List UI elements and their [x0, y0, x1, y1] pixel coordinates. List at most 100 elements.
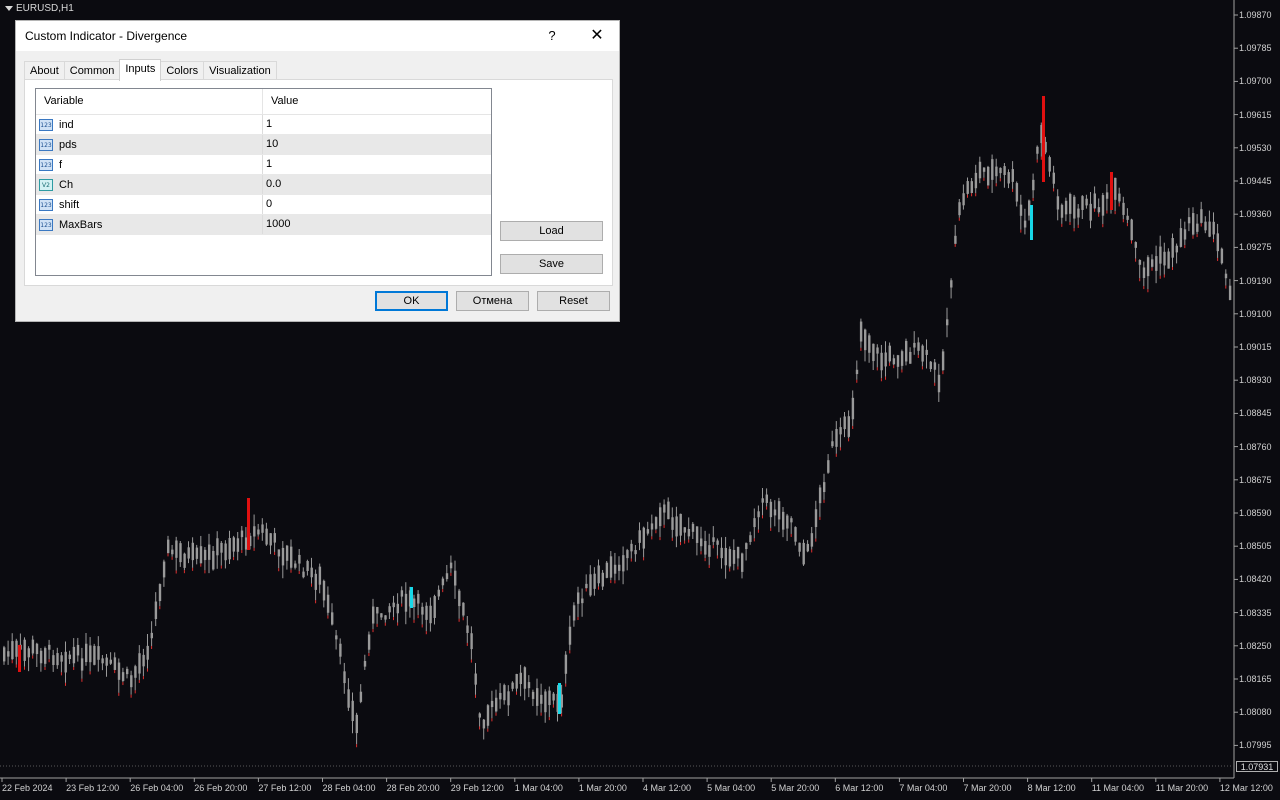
input-value[interactable]: 0.0: [263, 175, 281, 194]
double-type-icon: V2: [39, 178, 53, 191]
candle-body: [162, 561, 166, 578]
candle-body: [1036, 146, 1039, 154]
input-name: Ch: [59, 178, 74, 191]
candle-body: [458, 590, 461, 607]
candle-body: [298, 554, 301, 564]
tab-visualization[interactable]: Visualization: [203, 61, 277, 80]
price-axis-label: 1.09615: [1239, 109, 1272, 120]
price-axis-label: 1.08335: [1239, 607, 1272, 618]
current-price-tag: 1.07931: [1236, 761, 1278, 772]
candle-body: [761, 498, 764, 503]
tab-about[interactable]: About: [24, 61, 65, 80]
save-button[interactable]: Save: [500, 254, 603, 274]
candle-body: [974, 172, 978, 189]
candle-body: [339, 643, 342, 657]
candle-body: [1216, 233, 1219, 252]
input-value[interactable]: 1000: [263, 215, 290, 234]
bearish-signal-bar: [18, 645, 21, 672]
candle-body: [3, 647, 6, 662]
cancel-button[interactable]: Отмена: [456, 291, 529, 311]
candle-body: [1130, 219, 1133, 241]
price-axis-label: 1.08165: [1239, 674, 1272, 684]
close-button[interactable]: ✕: [586, 26, 608, 46]
candle-body: [52, 655, 55, 665]
candle-body: [552, 693, 555, 701]
candle-body: [199, 546, 203, 564]
integer-type-icon: 123: [39, 198, 53, 211]
candle-body: [810, 533, 814, 547]
candle-body: [1204, 221, 1207, 231]
candle-body: [593, 573, 596, 589]
candle-body: [613, 564, 617, 574]
candle-body: [117, 662, 121, 680]
tab-colors[interactable]: Colors: [160, 61, 205, 80]
candle-body: [782, 511, 785, 530]
candle-body: [626, 550, 629, 559]
candle-body: [634, 550, 637, 555]
candle-body: [1126, 215, 1129, 220]
input-row-f[interactable]: 123 f 1: [36, 155, 491, 175]
candle-body: [835, 429, 838, 447]
symbol-text: EURUSD,H1: [16, 3, 74, 14]
candle-body: [675, 516, 678, 537]
candle-body: [900, 351, 904, 366]
load-button[interactable]: Load: [500, 221, 603, 241]
candle-body: [917, 342, 920, 351]
candle-body: [31, 639, 35, 654]
candle-body: [142, 654, 145, 667]
candle-body: [318, 566, 322, 585]
candle-body: [1032, 179, 1035, 191]
candle-body: [265, 528, 268, 545]
input-row-maxbars[interactable]: 123 MaxBars 1000: [36, 215, 491, 235]
help-button[interactable]: ?: [541, 26, 563, 46]
price-axis-label: 1.09190: [1239, 275, 1272, 286]
candle-body: [568, 626, 572, 645]
candle-body: [490, 700, 494, 708]
input-row-ch[interactable]: V2 Ch 0.0: [36, 175, 491, 195]
candle-body: [1200, 209, 1203, 223]
candle-body: [1007, 172, 1010, 184]
candle-body: [1183, 229, 1187, 240]
candle-body: [376, 607, 379, 614]
candle-body: [667, 501, 670, 520]
input-value[interactable]: 0: [263, 195, 272, 214]
candle-body: [269, 533, 272, 546]
input-value[interactable]: 1: [263, 155, 272, 174]
candle-body: [400, 590, 404, 597]
input-value[interactable]: 10: [263, 135, 278, 154]
candle-body: [257, 529, 260, 535]
candle-body: [888, 345, 891, 362]
candle-body: [937, 374, 941, 393]
candle-body: [138, 653, 141, 674]
candle-body: [659, 507, 662, 527]
price-axis-label: 1.09100: [1239, 308, 1272, 319]
reset-button[interactable]: Reset: [537, 291, 610, 311]
candle-body: [708, 545, 711, 557]
input-row-pds[interactable]: 123 pds 10: [36, 135, 491, 155]
tab-inputs[interactable]: Inputs: [119, 59, 162, 81]
time-axis-label: 7 Mar 04:00: [899, 783, 948, 793]
candle-body: [39, 650, 43, 664]
candle-body: [478, 713, 481, 718]
symbol-label[interactable]: EURUSD,H1: [5, 3, 74, 14]
candle-body: [220, 542, 223, 553]
candle-body: [413, 598, 416, 608]
candle-body: [1019, 204, 1023, 216]
input-row-shift[interactable]: 123 shift 0: [36, 195, 491, 215]
candle-body: [1159, 246, 1162, 264]
variable-column-header[interactable]: Variable: [36, 89, 263, 114]
price-axis-label: 1.07995: [1239, 740, 1272, 751]
ok-button[interactable]: OK: [375, 291, 448, 311]
input-row-ind[interactable]: 123 ind 1: [36, 115, 491, 135]
value-column-header[interactable]: Value: [263, 89, 298, 114]
tab-common[interactable]: Common: [63, 61, 121, 80]
candle-body: [609, 556, 613, 578]
candle-body: [441, 578, 445, 586]
candle-body: [753, 518, 756, 528]
candle-body: [720, 547, 723, 559]
input-value[interactable]: 1: [263, 115, 272, 134]
candle-body: [187, 547, 190, 559]
price-axis-label: 1.08080: [1239, 707, 1272, 718]
candle-body: [745, 543, 748, 550]
candle-body: [695, 526, 699, 543]
